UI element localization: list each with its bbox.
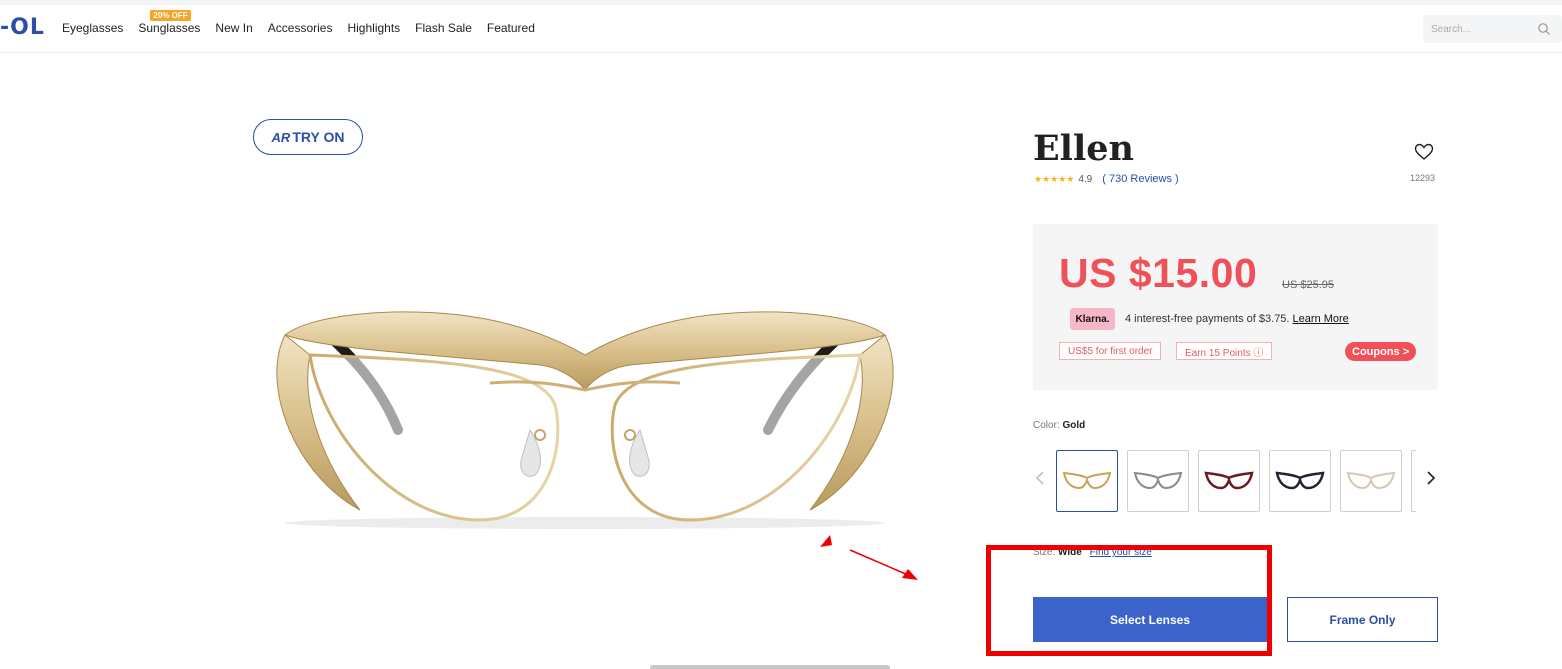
swatch-partial[interactable] bbox=[1411, 450, 1416, 512]
try-on-label: TRY ON bbox=[292, 129, 345, 145]
klarna-text: 4 interest-free payments of $3.75. bbox=[1125, 313, 1290, 325]
price: US $15.00 bbox=[1059, 250, 1258, 296]
swatch-silver[interactable] bbox=[1127, 450, 1189, 512]
nav-item-label: Sunglasses bbox=[138, 21, 201, 35]
swatch-black[interactable] bbox=[1269, 450, 1331, 512]
reviews-link[interactable]: ( 730 Reviews ) bbox=[1102, 173, 1178, 185]
klarna-logo: Klarna. bbox=[1070, 308, 1115, 330]
swatch-champagne[interactable] bbox=[1340, 450, 1402, 512]
nav-item-flash-sale[interactable]: Flash Sale bbox=[415, 21, 472, 35]
nav-item-accessories[interactable]: Accessories bbox=[268, 21, 333, 35]
search-icon[interactable] bbox=[1537, 22, 1551, 36]
search-input[interactable] bbox=[1431, 20, 1531, 38]
nav-item-new-in[interactable]: New In bbox=[215, 21, 252, 35]
find-size-link[interactable]: Find your size bbox=[1090, 547, 1152, 558]
search-box bbox=[1423, 15, 1562, 43]
color-label-text: Color: bbox=[1033, 420, 1060, 431]
color-swatches bbox=[1056, 450, 1416, 512]
glasses-thumbnail-icon bbox=[1204, 471, 1254, 490]
favorite-count: 12293 bbox=[1410, 173, 1436, 183]
promo-badge: 20% OFF bbox=[150, 10, 191, 21]
nav-item-featured[interactable]: Featured bbox=[487, 21, 535, 35]
ar-try-on-button[interactable]: AR TRY ON bbox=[253, 119, 363, 155]
bottom-scroll-handle[interactable] bbox=[650, 665, 890, 669]
site-header: -OL Eyeglasses 20% OFF Sunglasses New In… bbox=[0, 5, 1562, 53]
chevron-right-icon[interactable] bbox=[1424, 470, 1438, 486]
glasses-thumbnail-icon bbox=[1133, 471, 1183, 490]
klarna-info: 4 interest-free payments of $3.75. Learn… bbox=[1125, 313, 1349, 325]
original-price: US $25.95 bbox=[1282, 279, 1334, 291]
annotation-arrow-icon bbox=[820, 535, 918, 580]
main-nav: Eyeglasses 20% OFF Sunglasses New In Acc… bbox=[62, 10, 550, 35]
nav-item-highlights[interactable]: Highlights bbox=[347, 21, 400, 35]
learn-more-link[interactable]: Learn More bbox=[1293, 313, 1349, 325]
select-lenses-button[interactable]: Select Lenses bbox=[1033, 597, 1267, 642]
frame-only-button[interactable]: Frame Only bbox=[1287, 597, 1438, 642]
rating-score: 4.9 bbox=[1078, 173, 1093, 185]
heart-icon[interactable] bbox=[1414, 143, 1434, 161]
ar-icon: AR bbox=[271, 129, 291, 145]
size-label: Size: Wide Find your size bbox=[1033, 547, 1152, 558]
first-order-tag[interactable]: US$5 for first order bbox=[1059, 342, 1162, 360]
size-value: Wide bbox=[1058, 547, 1082, 558]
points-tag[interactable]: Earn 15 Points ⓘ bbox=[1176, 342, 1273, 360]
coupons-button[interactable]: Coupons > bbox=[1345, 342, 1417, 361]
chevron-left-icon[interactable] bbox=[1034, 470, 1046, 486]
color-value: Gold bbox=[1062, 420, 1086, 431]
star-rating-icon: ★★★★★ bbox=[1034, 173, 1075, 184]
nav-item-sunglasses[interactable]: 20% OFF Sunglasses bbox=[138, 10, 201, 35]
size-label-text: Size: bbox=[1033, 547, 1056, 558]
glasses-thumbnail-icon bbox=[1275, 471, 1325, 490]
glasses-thumbnail-icon bbox=[1346, 471, 1396, 490]
price-panel: US $15.00 US $25.95 Klarna. 4 interest-f… bbox=[1033, 224, 1438, 390]
glasses-thumbnail-icon bbox=[1062, 471, 1112, 490]
site-logo[interactable]: -OL bbox=[0, 15, 45, 40]
nav-item-eyeglasses[interactable]: Eyeglasses bbox=[62, 21, 123, 35]
product-image bbox=[276, 311, 894, 529]
swatch-gold[interactable] bbox=[1056, 450, 1118, 512]
product-title: Ellen bbox=[1033, 128, 1134, 169]
color-label: Color: Gold bbox=[1033, 420, 1085, 431]
rating-row: ★★★★★ 4.9 ( 730 Reviews ) bbox=[1034, 173, 1179, 185]
swatch-burgundy[interactable] bbox=[1198, 450, 1260, 512]
